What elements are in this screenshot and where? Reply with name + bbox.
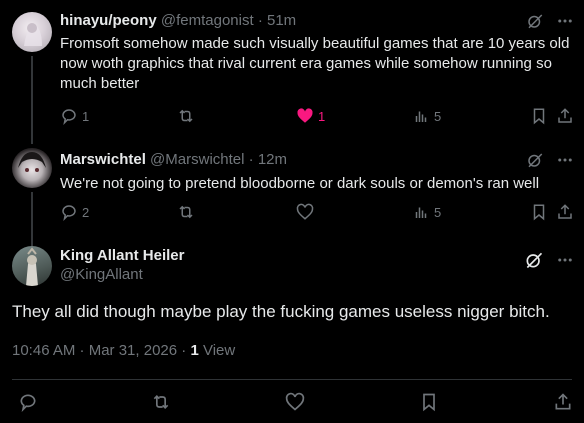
post-header: King Allant Heiler @KingAllant — [60, 247, 184, 283]
repost-icon — [179, 109, 193, 123]
grok-icon[interactable] — [526, 12, 544, 30]
divider — [12, 379, 572, 380]
repost-icon — [153, 394, 169, 410]
share-icon — [555, 393, 571, 410]
bookmark-button[interactable] — [419, 392, 439, 412]
post-timestamp[interactable]: 10:46 AM · Mar 31, 2026 — [12, 342, 177, 359]
avatar[interactable] — [12, 12, 52, 52]
views-button[interactable]: 5 — [412, 203, 441, 221]
thread-line — [31, 56, 33, 144]
repost-icon — [179, 205, 193, 219]
more-icon[interactable] — [556, 151, 574, 169]
bookmark-button[interactable] — [530, 107, 548, 125]
action-bar: 2 5 — [60, 203, 572, 223]
bookmark-icon — [533, 204, 545, 221]
share-button[interactable] — [553, 392, 573, 412]
more-icon[interactable] — [556, 12, 574, 30]
like-icon — [297, 108, 313, 123]
avatar[interactable] — [12, 148, 52, 188]
post-text: Fromsoft somehow made such visually beau… — [60, 35, 570, 92]
handle[interactable]: @Marswichtel — [150, 151, 244, 168]
post-text: We're not going to pretend bloodborne or… — [60, 175, 540, 192]
views-button[interactable]: 5 — [412, 107, 441, 125]
reply-post-2[interactable]: Marswichtel @Marswichtel · 12m We're not… — [0, 140, 584, 248]
more-icon[interactable] — [556, 251, 574, 269]
post-top-icons — [526, 12, 574, 30]
views-count: 5 — [434, 204, 442, 220]
like-count: 1 — [318, 108, 326, 124]
post-text: They all did though maybe play the fucki… — [12, 302, 550, 321]
action-bar: 1 1 5 — [60, 107, 572, 127]
like-icon — [296, 203, 314, 220]
share-icon — [558, 108, 572, 123]
bookmark-icon — [423, 393, 435, 412]
like-icon — [285, 392, 305, 411]
repost-button[interactable] — [176, 107, 196, 125]
view-label: View — [202, 342, 236, 359]
separator: · — [257, 12, 263, 29]
share-button[interactable] — [556, 203, 574, 221]
separator: · — [248, 151, 254, 168]
handle[interactable]: @femtagonist — [161, 12, 254, 29]
repost-button[interactable] — [176, 203, 196, 221]
reply-icon — [62, 109, 76, 125]
reply-post-1[interactable]: hinayu/peony @femtagonist · 51m Fromsoft… — [0, 0, 584, 144]
reply-icon — [20, 394, 36, 412]
reply-icon — [62, 205, 76, 221]
share-icon — [558, 204, 572, 219]
post-top-icons — [526, 151, 574, 169]
grok-icon[interactable] — [526, 151, 544, 169]
reply-count: 1 — [82, 108, 90, 124]
display-name[interactable]: hinayu/peony — [60, 12, 157, 29]
reply-button[interactable] — [18, 392, 38, 412]
post-header: hinayu/peony @femtagonist · 51m — [60, 12, 296, 29]
reply-button[interactable]: 1 — [60, 107, 89, 125]
like-button[interactable] — [296, 203, 314, 221]
display-name[interactable]: King Allant Heiler — [60, 247, 184, 264]
post-meta: 10:46 AM · Mar 31, 2026 · 1 View — [12, 342, 235, 359]
views-icon — [415, 207, 427, 218]
repost-button[interactable] — [150, 392, 172, 412]
timestamp[interactable]: 51m — [267, 12, 296, 29]
avatar[interactable] — [12, 246, 52, 286]
reply-button[interactable]: 2 — [60, 203, 89, 221]
post-header: Marswichtel @Marswichtel · 12m — [60, 151, 287, 168]
post-top-icons — [524, 250, 574, 270]
share-button[interactable] — [556, 107, 574, 125]
timestamp[interactable]: 12m — [258, 151, 287, 168]
display-name[interactable]: Marswichtel — [60, 151, 146, 168]
views-icon — [415, 111, 427, 122]
like-button[interactable]: 1 — [296, 107, 325, 125]
handle[interactable]: @KingAllant — [60, 266, 184, 283]
bookmark-button[interactable] — [530, 203, 548, 221]
like-button[interactable] — [285, 392, 305, 412]
main-action-bar — [0, 388, 584, 418]
separator: · — [181, 342, 187, 359]
view-count: 1 — [190, 342, 199, 359]
bookmark-icon — [533, 108, 545, 125]
reply-count: 2 — [82, 204, 90, 220]
grok-icon[interactable] — [524, 250, 544, 270]
views-count: 5 — [434, 108, 442, 124]
